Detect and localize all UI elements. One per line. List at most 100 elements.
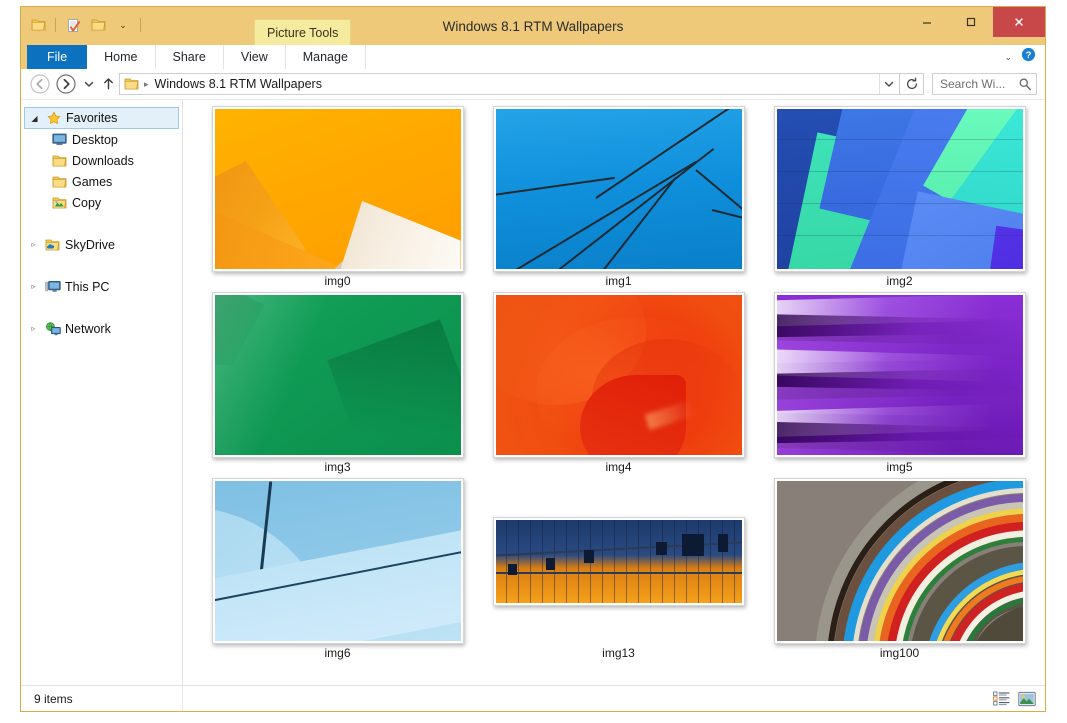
thumbnail-frame[interactable] <box>493 106 745 272</box>
contextual-tab-label: Picture Tools <box>267 26 338 40</box>
sidebar-item-desktop[interactable]: Desktop <box>21 129 182 150</box>
qat-separator-2 <box>140 18 141 32</box>
breadcrumb[interactable]: ▸ Windows 8.1 RTM Wallpapers <box>124 77 879 91</box>
address-input[interactable]: ▸ Windows 8.1 RTM Wallpapers <box>119 73 900 95</box>
sidebar-item-network-label: Network <box>65 322 111 336</box>
up-button[interactable] <box>98 72 119 96</box>
thumbnail-frame[interactable] <box>774 292 1026 458</box>
sidebar-item-this-pc[interactable]: ▹ This PC <box>21 276 182 297</box>
tab-home[interactable]: Home <box>87 45 155 69</box>
list-item-label: img4 <box>605 460 631 474</box>
help-icon[interactable]: ? <box>1021 47 1036 67</box>
thumbnail-frame[interactable] <box>493 292 745 458</box>
folder-sync-icon <box>51 196 68 210</box>
thumbnail-container <box>774 108 1026 270</box>
thumbnail-frame[interactable] <box>212 292 464 458</box>
list-item[interactable]: img100 <box>759 480 1040 666</box>
ribbon-right-controls: ⌄ ? <box>1004 45 1045 69</box>
details-view-icon[interactable] <box>991 690 1011 708</box>
status-bar: 9 items <box>21 685 1045 711</box>
svg-text:?: ? <box>1026 50 1032 61</box>
list-item-label: img1 <box>605 274 631 288</box>
qat-separator <box>55 18 56 32</box>
minimize-button[interactable] <box>905 7 949 37</box>
wallpaper-preview-img100 <box>777 481 1023 641</box>
window-title: Windows 8.1 RTM Wallpapers <box>21 7 1045 45</box>
search-placeholder: Search Wi... <box>940 77 1018 91</box>
sidebar-item-copy[interactable]: Copy <box>21 192 182 213</box>
thumbnail-frame[interactable] <box>493 517 745 606</box>
list-item[interactable]: img5 <box>759 294 1040 480</box>
tab-file[interactable]: File <box>27 45 87 69</box>
thumbnail-container <box>493 480 745 642</box>
forward-button[interactable] <box>53 72 79 96</box>
thumbnail-container <box>774 480 1026 642</box>
expander-collapsed-icon[interactable]: ▹ <box>27 324 40 333</box>
properties-icon[interactable] <box>62 14 84 36</box>
sidebar-item-this-pc-label: This PC <box>65 280 109 294</box>
list-item-label: img6 <box>324 646 350 660</box>
tab-file-label: File <box>47 50 67 64</box>
thumbnail-frame[interactable] <box>774 106 1026 272</box>
close-button[interactable] <box>993 7 1045 37</box>
list-item[interactable]: img3 <box>197 294 478 480</box>
list-item-label: img2 <box>886 274 912 288</box>
new-folder-icon[interactable] <box>87 14 109 36</box>
quick-access-toolbar: ⌄ <box>27 13 144 37</box>
refresh-button[interactable] <box>900 73 924 95</box>
address-bar-row: ▸ Windows 8.1 RTM Wallpapers Search Wi..… <box>21 69 1045 99</box>
sidebar-item-skydrive[interactable]: ▹ SkyDrive <box>21 234 182 255</box>
wallpaper-preview-img3 <box>215 295 461 455</box>
title-bar: ⌄ Picture Tools Windows 8.1 RTM Wallpape… <box>21 7 1045 45</box>
star-icon <box>45 111 62 125</box>
list-item-label: img13 <box>602 646 635 660</box>
wallpaper-preview-img4 <box>496 295 742 455</box>
expander-collapsed-icon[interactable]: ▹ <box>27 282 40 291</box>
list-item[interactable]: img2 <box>759 108 1040 294</box>
chevron-down-icon[interactable]: ⌄ <box>112 14 134 36</box>
thumbnail-frame[interactable] <box>774 478 1026 644</box>
contextual-tab-picture-tools[interactable]: Picture Tools <box>254 19 351 45</box>
thumbnail-container <box>493 108 745 270</box>
breadcrumb-separator[interactable]: ▸ <box>140 79 155 90</box>
list-item[interactable]: img13 <box>478 480 759 666</box>
computer-icon <box>44 280 61 294</box>
search-icon[interactable] <box>1018 77 1032 91</box>
sidebar-item-copy-label: Copy <box>72 196 101 210</box>
expander-open-icon[interactable]: ◢ <box>28 114 41 123</box>
breadcrumb-current[interactable]: Windows 8.1 RTM Wallpapers <box>155 77 322 91</box>
address-dropdown-icon[interactable] <box>879 74 897 94</box>
sidebar-item-downloads[interactable]: Downloads <box>21 150 182 171</box>
tab-share[interactable]: Share <box>156 45 224 69</box>
list-item-label: img100 <box>880 646 919 660</box>
back-button[interactable] <box>27 72 53 96</box>
wallpaper-preview-img13 <box>496 520 742 603</box>
tab-manage[interactable]: Manage <box>286 45 366 69</box>
expander-collapsed-icon[interactable]: ▹ <box>27 240 40 249</box>
thumbnail-frame[interactable] <box>212 106 464 272</box>
chevron-down-icon[interactable]: ⌄ <box>1004 52 1012 63</box>
sidebar-item-downloads-label: Downloads <box>72 154 134 168</box>
thumbnail-frame[interactable] <box>212 478 464 644</box>
tab-view[interactable]: View <box>224 45 286 69</box>
window-controls <box>905 7 1045 37</box>
recent-locations-button[interactable] <box>79 72 98 96</box>
list-item[interactable]: img6 <box>197 480 478 666</box>
list-item[interactable]: img1 <box>478 108 759 294</box>
list-item[interactable]: img0 <box>197 108 478 294</box>
sidebar-item-network[interactable]: ▹ Network <box>21 318 182 339</box>
wallpaper-preview-img6 <box>215 481 461 641</box>
file-list-view[interactable]: img0 img1 <box>183 100 1045 685</box>
sidebar-item-favorites[interactable]: ◢ Favorites <box>24 107 179 129</box>
folder-icon <box>51 154 68 168</box>
folder-icon[interactable] <box>27 14 49 36</box>
sidebar-item-skydrive-label: SkyDrive <box>65 238 115 252</box>
search-input[interactable]: Search Wi... <box>932 73 1037 95</box>
large-icons-view-icon[interactable] <box>1017 690 1037 708</box>
list-item[interactable]: img4 <box>478 294 759 480</box>
ribbon-tab-strip: File Home Share View Manage ⌄ ? <box>21 45 1045 69</box>
wallpaper-preview-img1 <box>496 109 742 269</box>
maximize-button[interactable] <box>949 7 993 37</box>
navigation-pane: ◢ Favorites Desktop <box>21 100 183 685</box>
sidebar-item-games[interactable]: Games <box>21 171 182 192</box>
